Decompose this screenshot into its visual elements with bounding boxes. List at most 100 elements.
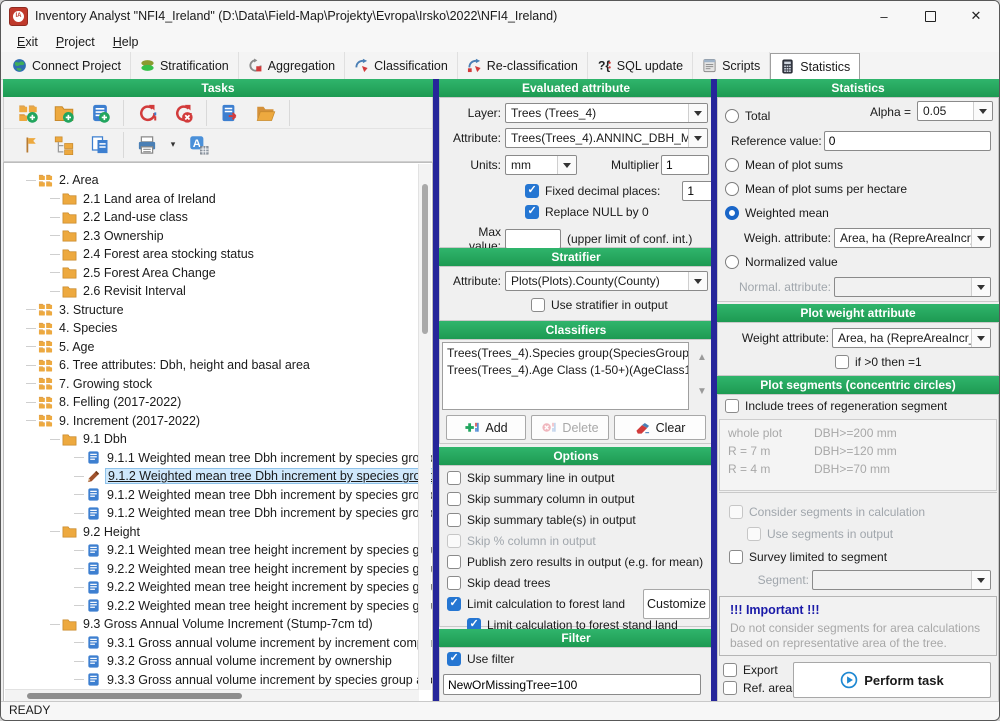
delete-task-results-button[interactable] [165,99,201,127]
translate-button[interactable] [181,131,217,159]
open-task-button[interactable] [248,99,284,127]
weigh-attribute-select[interactable]: Area, ha (RepreAreaIncr_h [834,228,991,248]
tree-item[interactable]: 9.1.2 Weighted mean tree Dbh increment b… [4,467,432,486]
weighted-mean-radio[interactable] [725,206,739,220]
tree-item[interactable]: 9.3.1 Gross annual volume increment by i… [4,634,432,653]
move-down-button[interactable]: ▼ [694,385,710,399]
filter-input[interactable] [443,674,701,695]
if-gt0-checkbox[interactable] [835,355,849,369]
tab-stratification[interactable]: Stratification [131,52,239,79]
stratifier-attribute-select[interactable]: Plots(Plots).County(County) [505,271,708,291]
tree-item[interactable]: 4. Species [4,319,432,338]
skip-dead-trees-checkbox[interactable] [447,576,461,590]
normalized-value-radio[interactable] [725,255,739,269]
segment-select[interactable] [812,570,991,590]
chevron-down-icon[interactable] [971,571,990,589]
close-button[interactable]: ✕ [953,1,999,31]
tree-item[interactable]: 9.2.2 Weighted mean tree height incremen… [4,578,432,597]
tree-item[interactable]: 9.1 Dbh [4,430,432,449]
tree-item[interactable]: 2.2 Land-use class [4,208,432,227]
tree-item[interactable]: 2.3 Ownership [4,227,432,246]
use-filter-checkbox[interactable] [447,652,461,666]
perform-task-button[interactable]: Perform task [793,662,991,698]
skip-column-in-output-checkbox[interactable] [447,534,461,548]
tab-classification[interactable]: Classification [345,52,458,79]
chevron-down-icon[interactable] [971,329,990,347]
classifier-item[interactable]: Trees(Trees_4).Species group(SpeciesGrou… [447,345,684,362]
tree-item[interactable]: 8. Felling (2017-2022) [4,393,432,412]
replace-null-checkbox[interactable] [525,205,539,219]
export-task-button[interactable] [212,99,248,127]
tree-item[interactable]: 6. Tree attributes: Dbh, height and basa… [4,356,432,375]
classifier-item[interactable]: Trees(Trees_4).Age Class (1-50+)(AgeClas… [447,362,684,379]
ref-areas-checkbox[interactable] [723,681,737,695]
reference-value-input[interactable] [824,131,991,151]
print-button[interactable] [129,131,165,159]
tree-item[interactable]: 9.2 Height [4,523,432,542]
mean-plot-sums-ha-radio[interactable] [725,182,739,196]
tree-item[interactable]: 9.1.2 Weighted mean tree Dbh increment b… [4,486,432,505]
tree-item[interactable]: 7. Growing stock [4,375,432,394]
chevron-down-icon[interactable] [688,129,707,147]
customize-button[interactable]: Customize [643,589,710,619]
weight-attribute-select[interactable]: Area, ha (RepreAreaIncr_h [832,328,991,348]
tree-item[interactable]: 5. Age [4,338,432,357]
delete-classifier-button[interactable]: Delete [531,415,609,440]
tree-item[interactable]: 9.2.2 Weighted mean tree height incremen… [4,597,432,616]
add-folder-button[interactable] [46,99,82,127]
tree-item[interactable]: 9. Increment (2017-2022) [4,412,432,431]
add-task-button[interactable] [82,99,118,127]
recalculate-task-button[interactable] [129,99,165,127]
tree-item[interactable]: 9.2.2 Weighted mean tree height incremen… [4,560,432,579]
tree-item[interactable]: 2.4 Forest area stocking status [4,245,432,264]
skip-summary-line-in-output-checkbox[interactable] [447,471,461,485]
copy-task-button[interactable] [82,131,118,159]
tree-hscroll-thumb[interactable] [27,693,242,699]
layer-select[interactable]: Trees (Trees_4) [505,103,708,123]
tree-item[interactable]: 9.3.3 Gross annual volume increment by s… [4,671,432,690]
tree-item[interactable]: 9.3 Gross Annual Volume Increment (Stump… [4,615,432,634]
tab-connect-project[interactable]: Connect Project [3,52,131,79]
skip-summary-table-s-in-output-checkbox[interactable] [447,513,461,527]
survey-limited-checkbox[interactable] [729,550,743,564]
chevron-down-icon[interactable] [557,156,576,174]
use-stratifier-checkbox[interactable] [531,298,545,312]
tree-item[interactable]: 2.5 Forest Area Change [4,264,432,283]
expand-tree-button[interactable] [46,131,82,159]
tree-item[interactable]: 9.1.2 Weighted mean tree Dbh increment b… [4,504,432,523]
tree-item[interactable]: 2.1 Land area of Ireland [4,190,432,209]
chevron-down-icon[interactable] [973,102,992,120]
chevron-down-icon[interactable] [971,229,990,247]
print-dropdown-button[interactable]: ▾ [165,131,181,159]
tree-item[interactable]: 3. Structure [4,301,432,320]
multiplier-input[interactable] [661,155,709,175]
total-radio[interactable] [725,109,739,123]
tree-item[interactable]: 9.2.1 Weighted mean tree height incremen… [4,541,432,560]
move-up-button[interactable]: ▲ [694,351,710,365]
fixed-decimal-checkbox[interactable] [525,184,539,198]
tab-re-classification[interactable]: Re-classification [458,52,588,79]
tree-item[interactable]: 9.3.2 Gross annual volume increment by o… [4,652,432,671]
flag-task-button[interactable] [10,131,46,159]
consider-segments-checkbox[interactable] [729,505,743,519]
tree-vscroll-thumb[interactable] [422,184,428,334]
chevron-down-icon[interactable] [688,104,707,122]
add-task-group-button[interactable] [10,99,46,127]
skip-summary-column-in-output-checkbox[interactable] [447,492,461,506]
tree-item[interactable]: 2.6 Revisit Interval [4,282,432,301]
tab-sql-update[interactable]: SQL update [588,52,693,79]
clear-classifiers-button[interactable]: Clear [614,415,706,440]
units-select[interactable]: mm [505,155,577,175]
tree-item[interactable]: 9.1.1 Weighted mean tree Dbh increment b… [4,449,432,468]
maximize-button[interactable] [907,1,953,31]
publish-zero-results-in-output-e-g-for-mean-checkbox[interactable] [447,555,461,569]
menu-exit[interactable]: Exit [9,33,46,51]
chevron-down-icon[interactable] [971,278,990,296]
max-value-input[interactable] [505,229,561,249]
limit-calculation-to-forest-land-checkbox[interactable] [447,597,461,611]
minimize-button[interactable]: – [861,1,907,31]
tree-item[interactable]: 2. Area [4,171,432,190]
tab-scripts[interactable]: Scripts [693,52,770,79]
menu-help[interactable]: Help [105,33,147,51]
use-segments-checkbox[interactable] [747,527,761,541]
